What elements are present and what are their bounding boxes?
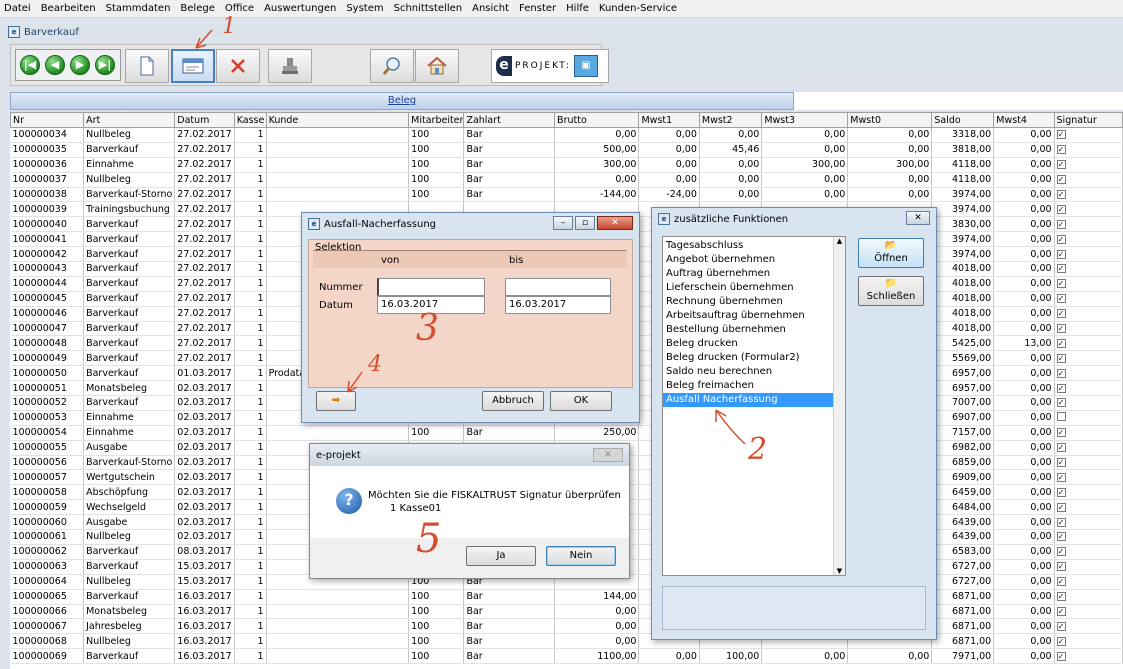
annotation-arrow-4 — [347, 371, 363, 393]
annotation-arrow-2 — [715, 409, 746, 445]
annotation-3: 3 — [416, 308, 439, 349]
annotation-5: 5 — [416, 516, 442, 562]
annotation-arrow-1 — [195, 29, 213, 49]
annotation-2: 2 — [748, 432, 768, 467]
annotation-1: 1 — [222, 14, 236, 39]
annotation-overlay — [195, 29, 746, 445]
annotation-4: 4 — [368, 352, 382, 377]
